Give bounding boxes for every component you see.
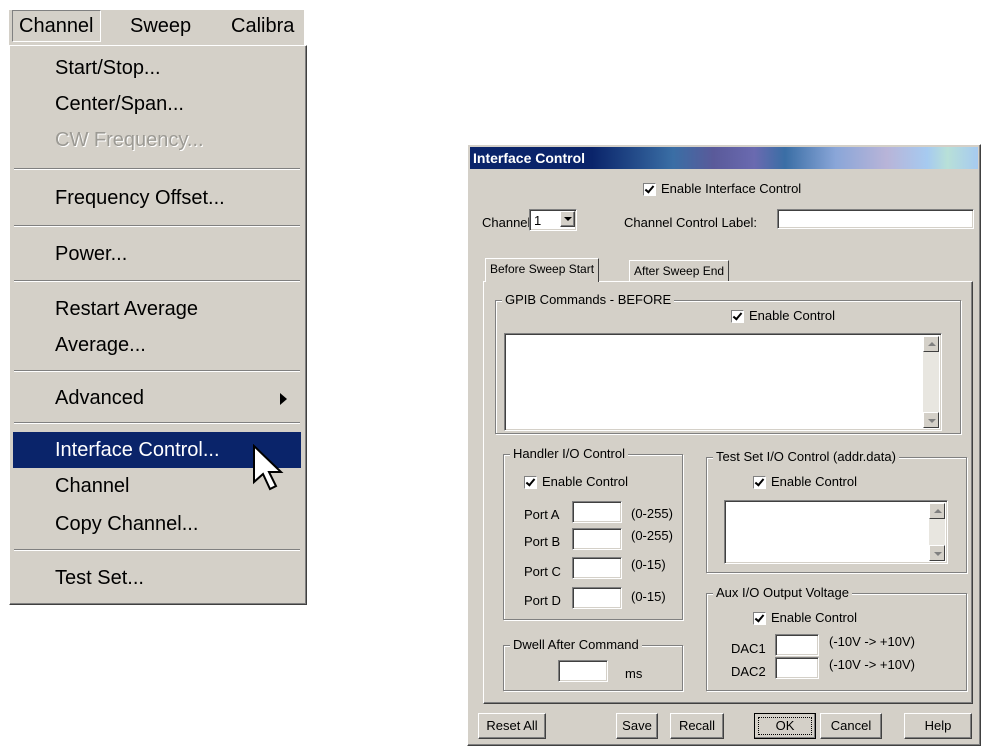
port-b-range: (0-255) [631,528,673,543]
dac2-range: (-10V -> +10V) [829,657,915,672]
gpib-enable-control-checkbox[interactable] [731,310,744,323]
menu-bar: Channel Sweep Calibra [9,10,304,45]
test-set-io-title: Test Set I/O Control (addr.data) [713,449,899,464]
scroll-up-icon[interactable] [923,336,939,352]
menu-item-restart-average[interactable]: Restart Average [13,291,301,327]
menu-separator [14,280,300,282]
tab-panel: GPIB Commands - BEFORE Enable Control Ha… [483,281,973,704]
channel-label: Channel [482,215,531,230]
channel-menu: Start/Stop... Center/Span... CW Frequenc… [9,45,307,605]
aux-enable-control-label: Enable Control [771,610,857,625]
dac2-label: DAC2 [731,664,766,679]
enable-interface-control-label: Enable Interface Control [661,181,802,196]
menubar-channel[interactable]: Channel [12,10,101,42]
testset-enable-control-label: Enable Control [771,474,857,489]
dac2-input[interactable] [775,657,819,679]
menu-separator [14,549,300,551]
port-d-range: (0-15) [631,589,666,604]
menu-item-frequency-offset[interactable]: Frequency Offset... [13,180,301,216]
enable-interface-control-checkbox[interactable] [643,183,656,196]
port-b-input[interactable] [572,528,622,550]
dac1-range: (-10V -> +10V) [829,634,915,649]
handler-enable-control-checkbox[interactable] [524,476,537,489]
testset-enable-control-checkbox[interactable] [753,476,766,489]
dropdown-arrow-icon[interactable] [560,211,575,227]
port-c-range: (0-15) [631,557,666,572]
menu-item-advanced-label: Advanced [55,387,144,409]
scroll-down-icon[interactable] [929,545,945,561]
gpib-commands-group: GPIB Commands - BEFORE Enable Control [495,292,961,434]
menu-item-average[interactable]: Average... [13,327,301,363]
channel-control-label-label: Channel Control Label: [624,215,757,230]
port-c-label: Port C [524,564,561,579]
channel-select-value: 1 [534,213,542,228]
menu-item-test-set[interactable]: Test Set... [13,560,301,596]
test-set-textarea[interactable] [724,500,948,564]
aux-enable-control-checkbox[interactable] [753,612,766,625]
aux-io-title: Aux I/O Output Voltage [713,585,852,600]
dwell-title: Dwell After Command [510,637,642,652]
port-a-input[interactable] [572,501,622,523]
dac1-label: DAC1 [731,641,766,656]
channel-select[interactable]: 1 [529,209,577,231]
port-a-range: (0-255) [631,506,673,521]
interface-control-dialog: Interface Control Enable Interface Contr… [467,144,981,746]
menu-item-cw-frequency: CW Frequency... [55,129,204,151]
dwell-unit: ms [625,666,643,681]
submenu-arrow-icon [280,393,287,405]
dwell-input[interactable] [558,660,608,682]
test-set-io-group: Test Set I/O Control (addr.data) Enable … [706,449,967,573]
menu-separator [14,370,300,372]
handler-io-title: Handler I/O Control [510,446,628,461]
menu-item-copy-channel[interactable]: Copy Channel... [13,506,301,542]
ok-button[interactable]: OK [754,713,816,739]
menu-separator [14,168,300,170]
help-button[interactable]: Help [904,713,972,739]
save-button[interactable]: Save [616,713,658,739]
port-c-input[interactable] [572,557,622,579]
aux-io-group: Aux I/O Output Voltage Enable Control DA… [706,585,967,691]
testset-scrollbar[interactable] [929,503,945,561]
gpib-commands-textarea[interactable] [504,333,942,431]
port-d-label: Port D [524,593,561,608]
port-d-input[interactable] [572,587,622,609]
tab-after-sweep-end[interactable]: After Sweep End [629,260,730,282]
handler-enable-control-label: Enable Control [542,474,628,489]
reset-all-button[interactable]: Reset All [478,713,546,739]
dwell-group: Dwell After Command ms [503,637,683,691]
gpib-enable-control-label: Enable Control [749,308,835,323]
menubar-sweep[interactable]: Sweep [130,10,191,42]
port-b-label: Port B [524,534,561,549]
handler-io-group: Handler I/O Control Enable Control Port … [503,446,683,620]
menu-item-center-span[interactable]: Center/Span... [13,86,301,122]
recall-button[interactable]: Recall [670,713,724,739]
dac1-input[interactable] [775,634,819,656]
gpib-scrollbar[interactable] [923,336,939,428]
menu-item-power[interactable]: Power... [13,236,301,272]
menubar-calibration[interactable]: Calibra [231,10,294,42]
cancel-button[interactable]: Cancel [820,713,882,739]
dialog-title: Interface Control [473,150,586,166]
menu-separator [14,422,300,424]
scroll-down-icon[interactable] [923,412,939,428]
tab-before-sweep-start[interactable]: Before Sweep Start [485,258,600,282]
mouse-pointer-icon [253,444,284,491]
menu-separator [14,225,300,227]
gpib-commands-title: GPIB Commands - BEFORE [502,292,675,307]
menu-item-advanced[interactable]: Advanced [13,380,301,416]
dialog-title-bar[interactable]: Interface Control [470,147,978,169]
channel-control-label-input[interactable] [777,209,974,229]
port-a-label: Port A [524,507,560,522]
scroll-up-icon[interactable] [929,503,945,519]
menu-item-start-stop[interactable]: Start/Stop... [13,50,301,86]
